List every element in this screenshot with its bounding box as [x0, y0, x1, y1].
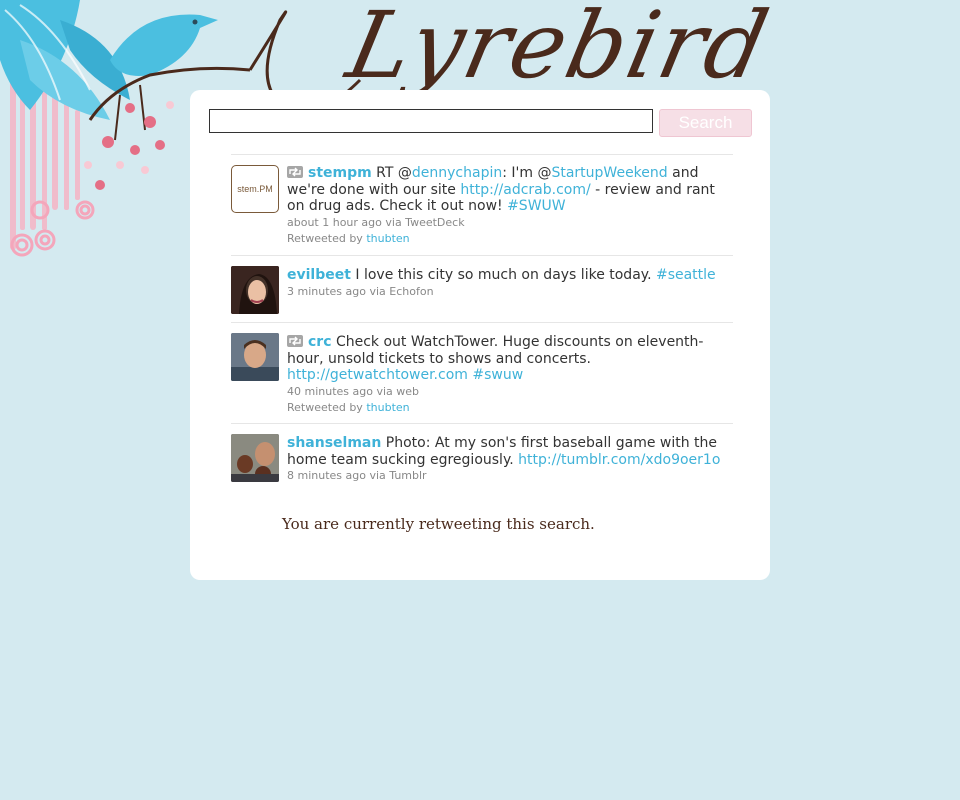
avatar[interactable] — [231, 333, 279, 381]
tweet-text: I love this city so much on days like to… — [350, 267, 656, 283]
avatar[interactable] — [231, 434, 279, 482]
tweet-meta: 8 minutes ago via Tumblr — [287, 469, 427, 482]
search-input[interactable] — [209, 109, 653, 133]
tweet-list: stem.PM stempm RT @dennychapin: I'm @Sta… — [231, 154, 733, 514]
url-link[interactable]: http://tumblr.com/xdo9oer1o — [518, 452, 720, 468]
tweet-meta: 3 minutes ago via Echofon — [287, 284, 434, 298]
tweet-username[interactable]: crc — [308, 334, 332, 350]
tweet-item: crc Check out WatchTower. Huge discounts… — [231, 322, 733, 423]
avatar[interactable]: stem.PM — [231, 165, 279, 213]
tweet-item: stem.PM stempm RT @dennychapin: I'm @Sta… — [231, 154, 733, 255]
avatar-image — [231, 434, 279, 482]
retweet-icon — [287, 166, 303, 178]
url-link[interactable]: http://adcrab.com/ — [460, 182, 590, 198]
tweet-username[interactable]: stempm — [308, 165, 372, 181]
avatar-image — [231, 333, 279, 381]
tweet-item: evilbeet I love this city so much on day… — [231, 255, 733, 322]
tweet-meta: 40 minutes ago via web — [287, 384, 420, 398]
retweeter-link[interactable]: thubten — [366, 401, 409, 414]
url-link[interactable]: http://getwatchtower.com — [287, 367, 468, 383]
retweeted-by-label: Retweeted by — [287, 400, 363, 414]
tweet-text: : I'm @ — [502, 165, 552, 181]
retweeter-link[interactable]: thubten — [366, 232, 409, 245]
tweet-item: shanselman Photo: At my son's first base… — [231, 423, 733, 514]
mention-link[interactable]: dennychapin — [412, 165, 502, 181]
hashtag-link[interactable]: #swuw — [472, 367, 523, 383]
tweet-text: RT @ — [376, 165, 412, 181]
hashtag-link[interactable]: #SWUW — [507, 198, 566, 214]
tweet-username[interactable]: shanselman — [287, 435, 381, 451]
tweet-username[interactable]: evilbeet — [287, 267, 351, 283]
app-logo: Lyrebird — [338, 0, 779, 99]
avatar-label: stem.PM — [237, 184, 273, 194]
hashtag-link[interactable]: #seattle — [656, 267, 716, 283]
retweeted-by-label: Retweeted by — [287, 231, 363, 245]
mention-link[interactable]: StartupWeekend — [551, 165, 667, 181]
avatar[interactable] — [231, 266, 279, 314]
tweet-meta: about 1 hour ago via TweetDeck — [287, 215, 465, 229]
tweet-text: Check out WatchTower. Huge discounts on … — [287, 334, 704, 367]
retweet-status-message: You are currently retweeting this search… — [282, 515, 595, 533]
retweet-icon — [287, 335, 303, 347]
avatar-image — [231, 266, 279, 314]
search-button[interactable]: Search — [659, 109, 752, 137]
